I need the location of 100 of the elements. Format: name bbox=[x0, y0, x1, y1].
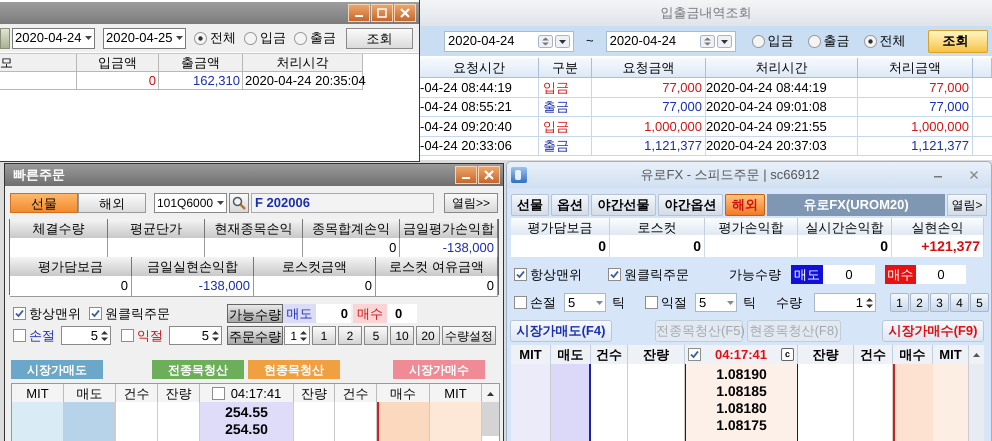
market-order-button[interactable]: 시장가매도(F4) bbox=[510, 320, 612, 342]
unit-label: 틱 bbox=[743, 294, 756, 312]
checkbox-label[interactable]: 원클릭주문 bbox=[624, 264, 689, 284]
radio-label[interactable]: 입금 bbox=[260, 28, 286, 48]
close-icon[interactable] bbox=[969, 170, 979, 180]
spin-arrows-icon[interactable] bbox=[299, 328, 308, 342]
radio-button[interactable] bbox=[244, 32, 257, 44]
radio-label[interactable]: 전체 bbox=[210, 28, 236, 48]
dropdown-arrow-icon[interactable] bbox=[85, 36, 92, 40]
checkbox[interactable] bbox=[688, 348, 701, 362]
date-field[interactable]: 2020-04-24 bbox=[444, 30, 574, 52]
date-field[interactable]: 2020-04-24 bbox=[606, 30, 736, 52]
market-tab[interactable]: 선물 bbox=[511, 194, 549, 216]
instrument-label: 유로FX(UROM20) bbox=[767, 194, 945, 216]
spin-arrows-icon[interactable] bbox=[211, 328, 220, 342]
market-tab[interactable]: 야간옵션 bbox=[658, 194, 723, 216]
column-header: 매도 bbox=[551, 345, 591, 366]
always-on-top-checkbox[interactable] bbox=[514, 268, 527, 281]
one-click-checkbox[interactable] bbox=[89, 307, 102, 320]
minimize-button[interactable] bbox=[348, 4, 370, 22]
one-click-checkbox[interactable] bbox=[608, 268, 621, 281]
qty-preset-button[interactable]: 4 bbox=[950, 293, 969, 312]
tick-dropdown[interactable]: 5 bbox=[564, 293, 606, 312]
qty-preset-button[interactable]: 2 bbox=[338, 326, 362, 345]
qty-preset-button[interactable]: 5 bbox=[970, 293, 989, 312]
radio-button[interactable] bbox=[752, 34, 765, 48]
number-spinner[interactable]: 1 bbox=[284, 326, 310, 345]
checkbox-label[interactable]: 항상맨위 bbox=[29, 304, 81, 324]
clock-time: 04:17:41 bbox=[230, 385, 282, 403]
buy-qty-value: 0 bbox=[916, 265, 966, 284]
market-tab[interactable]: 옵션 bbox=[551, 194, 589, 216]
query-button[interactable]: 조회 bbox=[346, 28, 413, 48]
close-button[interactable] bbox=[478, 166, 500, 184]
checkbox-label[interactable]: 원클릭주문 bbox=[105, 304, 170, 324]
qty-preset-button[interactable]: 1 bbox=[312, 326, 336, 345]
market-tab[interactable]: 해외 bbox=[78, 193, 146, 213]
scroll-up-button[interactable] bbox=[969, 345, 984, 366]
clear-button[interactable]: c bbox=[780, 348, 794, 362]
spin-arrows-icon[interactable] bbox=[100, 328, 109, 342]
qty-preset-button[interactable]: 3 bbox=[930, 293, 949, 312]
radio-button[interactable] bbox=[194, 32, 207, 44]
checkbox-label[interactable]: 익절 bbox=[137, 326, 163, 346]
available-qty-button[interactable]: 가능수량 bbox=[227, 304, 283, 323]
stop-loss-checkbox[interactable] bbox=[514, 296, 527, 309]
spin-button[interactable] bbox=[700, 34, 715, 48]
maximize-button[interactable] bbox=[371, 4, 393, 22]
symbol-dropdown[interactable]: 101Q6000 bbox=[154, 193, 227, 213]
window-title: 빠른주문 bbox=[13, 166, 66, 184]
radio-label[interactable]: 입금 bbox=[768, 31, 794, 51]
number-spinner[interactable]: 5 bbox=[169, 326, 222, 345]
number-spinner[interactable]: 1 bbox=[814, 293, 876, 312]
radio-button[interactable] bbox=[864, 34, 877, 48]
tick-dropdown[interactable]: 5 bbox=[695, 293, 737, 312]
close-button[interactable] bbox=[394, 4, 416, 22]
always-on-top-checkbox[interactable] bbox=[13, 307, 26, 320]
checkbox-label[interactable]: 손절 bbox=[29, 326, 55, 346]
cut-off-button[interactable] bbox=[0, 28, 10, 48]
qty-preset-button[interactable]: 5 bbox=[364, 326, 388, 345]
radio-button[interactable] bbox=[294, 32, 307, 44]
take-profit-checkbox[interactable] bbox=[645, 296, 658, 309]
column-header: 출금액 bbox=[159, 54, 243, 72]
scroll-up-icon[interactable] bbox=[487, 392, 494, 396]
table-cell: 0 bbox=[610, 235, 705, 257]
expand-button[interactable]: 열림>> bbox=[444, 193, 498, 213]
qty-preset-button[interactable]: 10 bbox=[390, 326, 414, 345]
scroll-up-icon[interactable] bbox=[973, 352, 980, 357]
radio-label[interactable]: 출금 bbox=[824, 31, 850, 51]
radio-label[interactable]: 전체 bbox=[880, 31, 906, 51]
market-order-button[interactable]: 시장가매수(F9) bbox=[882, 320, 984, 342]
qty-preset-button[interactable]: 2 bbox=[910, 293, 929, 312]
date-dropdown[interactable]: 2020-04-24 bbox=[12, 28, 95, 48]
qty-setting-button[interactable]: 수량설정 bbox=[442, 326, 496, 345]
dropdown-arrow-icon[interactable] bbox=[176, 36, 183, 40]
qty-preset-button[interactable]: 20 bbox=[416, 326, 440, 345]
dropdown-button[interactable] bbox=[555, 34, 570, 48]
maximize-icon[interactable] bbox=[377, 8, 387, 18]
column-header: 구분 bbox=[539, 58, 592, 78]
query-button[interactable]: 조회 bbox=[928, 30, 988, 52]
spin-button[interactable] bbox=[538, 34, 553, 48]
dropdown-button[interactable] bbox=[716, 34, 732, 48]
market-tab[interactable]: 선물 bbox=[10, 193, 78, 213]
radio-label[interactable]: 출금 bbox=[310, 28, 336, 48]
checkbox-label[interactable]: 손절 bbox=[530, 292, 556, 312]
take-profit-checkbox[interactable] bbox=[121, 329, 134, 342]
checkbox-label[interactable]: 항상맨위 bbox=[530, 264, 582, 284]
minimize-button[interactable] bbox=[455, 166, 477, 184]
sell-label: 매도 bbox=[283, 304, 316, 323]
checkbox-label[interactable]: 익절 bbox=[661, 292, 687, 312]
order-qty-button[interactable]: 주문수량 bbox=[227, 326, 283, 345]
expand-button[interactable]: 열림> bbox=[947, 194, 987, 216]
checkbox[interactable] bbox=[212, 387, 225, 400]
number-spinner[interactable]: 5 bbox=[61, 326, 111, 345]
radio-button[interactable] bbox=[808, 34, 821, 48]
stop-loss-checkbox[interactable] bbox=[13, 329, 26, 342]
dropdown-arrow-icon[interactable] bbox=[217, 201, 224, 205]
qty-preset-button[interactable]: 1 bbox=[890, 293, 909, 312]
spin-arrows-icon[interactable] bbox=[865, 296, 874, 310]
date-dropdown[interactable]: 2020-04-25 bbox=[103, 28, 186, 48]
table-cell: -04-24 20:33:06 bbox=[420, 136, 539, 156]
market-tab[interactable]: 야간선물 bbox=[591, 194, 656, 216]
